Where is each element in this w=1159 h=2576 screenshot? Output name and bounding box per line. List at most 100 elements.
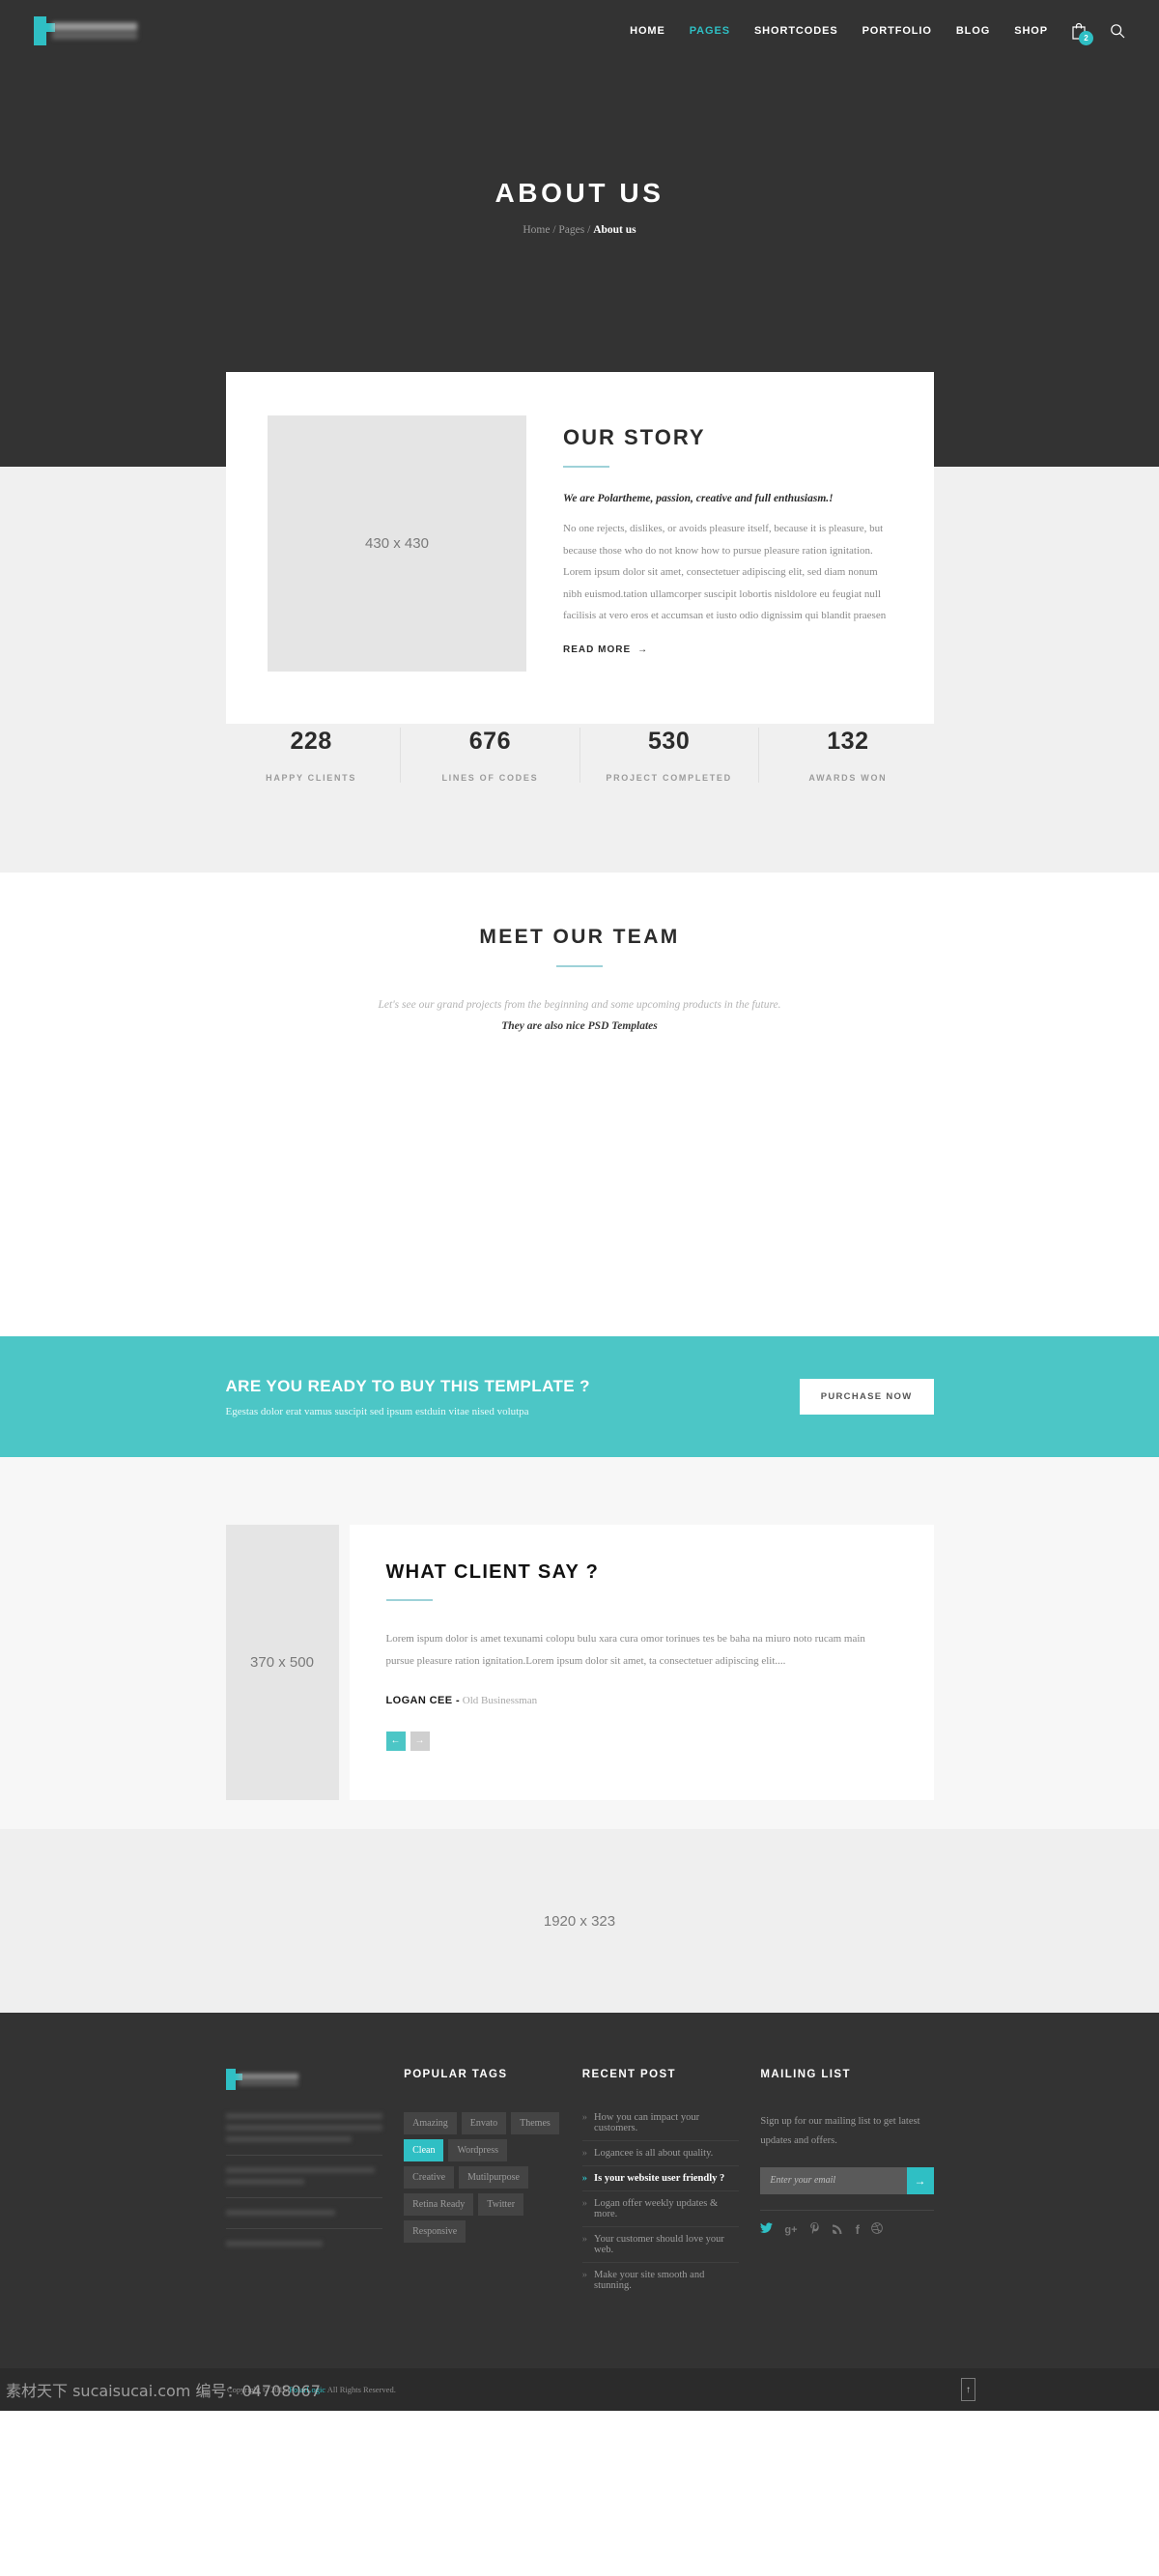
list-item[interactable]: » Is your website user friendly ?: [581, 2166, 740, 2191]
copyright-pre: Copyright © 2015: [227, 2385, 290, 2394]
counter-value: 228: [290, 728, 332, 755]
counter-awards-won: 132 AWARDS WON: [759, 728, 937, 783]
footer-contact-blurred: [225, 2167, 383, 2185]
testimonial-author-name: LOGAN CEE -: [385, 1695, 461, 1707]
tag-mutilpurpose[interactable]: Mutilpurpose: [459, 2166, 528, 2189]
dribbble-icon[interactable]: [871, 2222, 883, 2237]
breadcrumb-current: About us: [593, 224, 636, 236]
tag-amazing[interactable]: Amazing: [404, 2112, 457, 2134]
testimonial-image-placeholder: 370 x 500: [225, 1525, 339, 1800]
chevron-right-icon: »: [581, 2198, 588, 2209]
recent-post-heading: RECENT POST: [581, 2069, 676, 2080]
testimonial-next-button[interactable]: →: [410, 1732, 430, 1752]
cart-count-badge: 2: [1079, 31, 1093, 45]
list-item[interactable]: » Logancee is all about quality.: [581, 2141, 740, 2166]
site-logo[interactable]: [34, 16, 137, 45]
chevron-right-icon: »: [581, 2270, 588, 2280]
chevron-right-icon: »: [581, 2112, 588, 2123]
copyright-post: All Rights Reserved.: [325, 2385, 396, 2394]
footer-logo-mark-icon: [225, 2069, 242, 2090]
tag-retina-ready[interactable]: Retina Ready: [404, 2193, 474, 2216]
tag-responsive[interactable]: Responsive: [404, 2220, 466, 2243]
testimonial-section: 370 x 500 WHAT CLIENT SAY ? Lorem ispum …: [0, 1457, 1159, 1829]
tag-twitter[interactable]: Twitter: [478, 2193, 524, 2216]
mailing-list-form: →: [760, 2166, 934, 2194]
rss-icon[interactable]: [832, 2222, 844, 2237]
footer-divider: [225, 2197, 383, 2198]
recent-post-link[interactable]: Your customer should love your web.: [594, 2234, 739, 2255]
counter-happy-clients: 228 HAPPY CLIENTS: [222, 728, 402, 783]
pinterest-icon[interactable]: [809, 2221, 821, 2238]
recent-post-link[interactable]: How you can impact your customers.: [594, 2112, 739, 2133]
cart-icon[interactable]: 2: [1071, 21, 1093, 45]
recent-post-link[interactable]: Is your website user friendly ?: [594, 2173, 724, 2184]
tag-wordpress[interactable]: Wordpress: [448, 2139, 507, 2161]
counter-value: 132: [827, 728, 869, 755]
nav-item-blog[interactable]: BLOG: [956, 25, 990, 37]
team-subtitle-secondary: They are also nice PSD Templates: [501, 1020, 658, 1032]
story-lead: We are Polartheme, passion, creative and…: [563, 493, 834, 504]
nav-item-shortcodes[interactable]: SHORTCODES: [754, 25, 838, 37]
social-links: g+ f: [760, 2221, 933, 2238]
recent-post-link[interactable]: Logan offer weekly updates & more.: [594, 2198, 739, 2219]
list-item[interactable]: » How you can impact your customers.: [581, 2112, 740, 2141]
testimonial-prev-button[interactable]: ←: [385, 1732, 406, 1752]
tag-clean[interactable]: Clean: [404, 2139, 444, 2161]
testimonial-card: WHAT CLIENT SAY ? Lorem ispum dolor is a…: [349, 1525, 934, 1800]
chevron-right-icon: »: [581, 2173, 588, 2184]
copyright-text: Copyright © 2015 PolarLogic All Rights R…: [227, 2385, 396, 2394]
nav-item-portfolio[interactable]: PORTFOLIO: [862, 25, 932, 37]
purchase-cta-banner: ARE YOU READY TO BUY THIS TEMPLATE ? Ege…: [0, 1336, 1159, 1457]
recent-post-link[interactable]: Logancee is all about quality.: [594, 2148, 713, 2159]
popular-tags-heading: POPULAR TAGS: [404, 2069, 508, 2080]
tag-envato[interactable]: Envato: [461, 2112, 507, 2134]
list-item[interactable]: » Make your site smooth and stunning.: [582, 2263, 740, 2298]
list-item[interactable]: » Logan offer weekly updates & more.: [581, 2191, 740, 2227]
read-more-label: READ MORE: [563, 644, 632, 655]
breadcrumb-sep-1: /: [552, 224, 556, 236]
navbar: HOME PAGES SHORTCODES PORTFOLIO BLOG SHO…: [0, 0, 1159, 62]
footer-tags-column: POPULAR TAGS Amazing Envato Themes Clean…: [404, 2069, 582, 2298]
footer-mailing-list-column: MAILING LIST Sign up for our mailing lis…: [760, 2069, 934, 2298]
facebook-icon[interactable]: f: [856, 2222, 860, 2237]
main-nav: HOME PAGES SHORTCODES PORTFOLIO BLOG SHO…: [630, 25, 1048, 37]
mailing-list-heading: MAILING LIST: [760, 2069, 851, 2080]
purchase-now-button[interactable]: PURCHASE NOW: [799, 1379, 934, 1415]
tag-creative[interactable]: Creative: [404, 2166, 455, 2189]
nav-item-shop[interactable]: SHOP: [1014, 25, 1048, 37]
breadcrumb-home[interactable]: Home: [523, 224, 550, 236]
footer-logo-wordmark: [238, 2071, 298, 2088]
search-icon[interactable]: [1110, 23, 1125, 39]
breadcrumb-pages[interactable]: Pages: [558, 224, 584, 236]
nav-item-pages[interactable]: PAGES: [690, 25, 730, 37]
chevron-right-icon: »: [581, 2234, 588, 2245]
breadcrumb: Home / Pages / About us: [0, 224, 1159, 236]
google-plus-icon[interactable]: g+: [784, 2224, 797, 2236]
footer-divider: [225, 2228, 383, 2229]
footer-logo[interactable]: [225, 2069, 383, 2090]
twitter-icon[interactable]: [760, 2222, 774, 2237]
cta-title: ARE YOU READY TO BUY THIS TEMPLATE ?: [225, 1376, 590, 1395]
our-story-card: 430 x 430 OUR STORY We are Polartheme, p…: [226, 372, 934, 724]
tag-themes[interactable]: Themes: [511, 2112, 559, 2134]
counter-label: LINES OF CODES: [441, 773, 539, 783]
copyright-brand: PolarLogic: [289, 2385, 326, 2394]
page-title: ABOUT US: [495, 178, 664, 208]
story-image-placeholder: 430 x 430: [268, 415, 526, 672]
story-title: OUR STORY: [563, 425, 706, 449]
nav-item-home[interactable]: HOME: [630, 25, 665, 37]
subscribe-button[interactable]: →: [906, 2166, 934, 2194]
testimonial-author-line: LOGAN CEE - Old Businessman: [386, 1695, 895, 1706]
hero-heading-block: ABOUT US Home / Pages / About us: [0, 62, 1159, 236]
counter-label: AWARDS WON: [808, 773, 888, 783]
footer-recent-post-column: RECENT POST » How you can impact your cus…: [581, 2069, 761, 2298]
footer-about-column: [225, 2069, 405, 2298]
counter-lines-of-codes: 676 LINES OF CODES: [401, 728, 580, 783]
recent-post-link[interactable]: Make your site smooth and stunning.: [594, 2270, 739, 2291]
email-input[interactable]: [760, 2166, 907, 2194]
list-item[interactable]: » Your customer should love your web.: [581, 2227, 740, 2263]
logo-wordmark: [52, 18, 137, 43]
counter-value: 676: [468, 728, 511, 755]
back-to-top-button[interactable]: ↑: [961, 2378, 975, 2401]
read-more-link[interactable]: READ MORE →: [563, 644, 648, 655]
